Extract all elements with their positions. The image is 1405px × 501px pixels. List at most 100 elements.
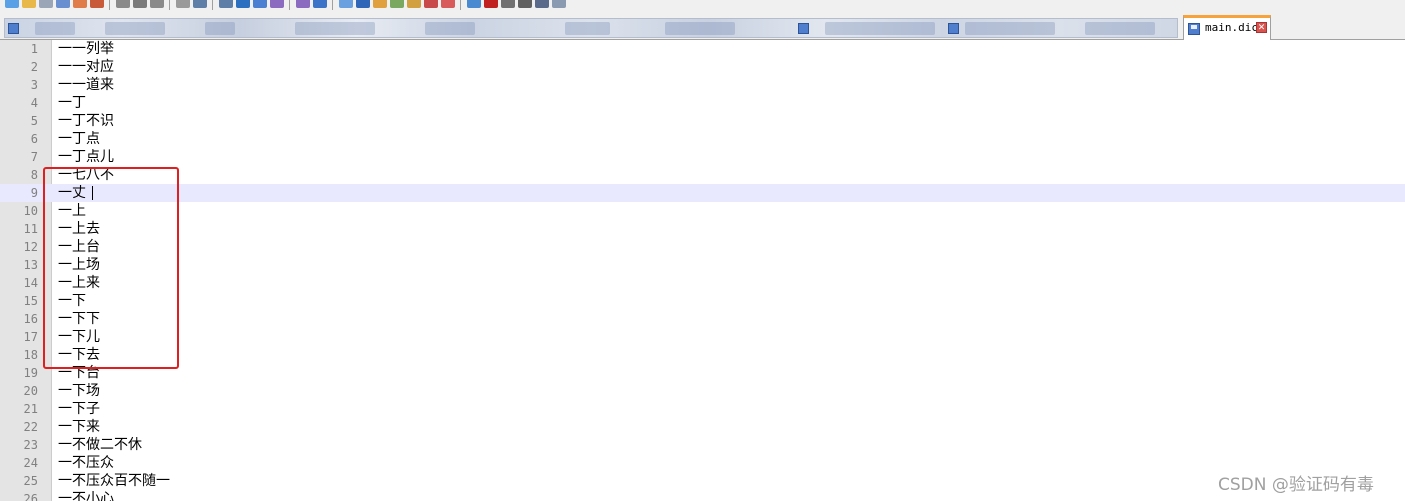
editor-line[interactable]: 2 一一对应 [0, 58, 1405, 76]
line-text[interactable]: 一丁 [58, 94, 86, 112]
paste-icon[interactable] [176, 0, 190, 8]
save-icon[interactable] [39, 0, 53, 8]
line-text[interactable]: 一下下 [58, 310, 100, 328]
editor-line[interactable]: 11 一上去 [0, 220, 1405, 238]
editor-line[interactable]: 17 一下儿 [0, 328, 1405, 346]
line-number: 13 [23, 258, 38, 272]
zoom-in-icon[interactable] [270, 0, 284, 8]
print-icon[interactable] [116, 0, 130, 8]
save-icon [1188, 23, 1200, 35]
editor-line[interactable]: 12 一上台 [0, 238, 1405, 256]
editor-line[interactable]: 13 一上场 [0, 256, 1405, 274]
tab-main-dic[interactable]: main.dic ✕ [1183, 15, 1271, 41]
copy-icon[interactable] [150, 0, 164, 8]
line-text[interactable]: 一上台 [58, 238, 100, 256]
line-number: 23 [23, 438, 38, 452]
sync-v-icon[interactable] [313, 0, 327, 8]
sync-h-icon[interactable] [339, 0, 353, 8]
line-text[interactable]: 一上去 [58, 220, 100, 238]
editor-line[interactable]: 23 一不做二不休 [0, 436, 1405, 454]
line-text[interactable]: 一下去 [58, 346, 100, 364]
line-text[interactable]: 一下儿 [58, 328, 100, 346]
text-editor[interactable]: 1 一一列举 2 一一对应 3 一一道来 4 一丁 5 一丁不识 6 一丁点 7 一丁点儿 8 一七八不 9 一丈… [0, 40, 1405, 501]
line-text[interactable]: 一不压众百不随一 [58, 472, 170, 490]
editor-line[interactable]: 10 一上 [0, 202, 1405, 220]
line-number: 3 [30, 78, 38, 92]
editor-line[interactable]: 6 一丁点 [0, 130, 1405, 148]
editor-line[interactable]: 15 一下 [0, 292, 1405, 310]
line-number: 1 [30, 42, 38, 56]
blurred-tabs[interactable] [4, 18, 1178, 38]
line-text[interactable]: 一上场 [58, 256, 100, 274]
editor-line[interactable]: 18 一下去 [0, 346, 1405, 364]
stop-macro-icon[interactable] [501, 0, 515, 8]
line-text[interactable]: 一一对应 [58, 58, 114, 76]
editor-line[interactable]: 3 一一道来 [0, 76, 1405, 94]
line-text[interactable]: 一上来 [58, 274, 100, 292]
play-macro-icon[interactable] [518, 0, 532, 8]
close-tab-icon[interactable]: ✕ [1256, 22, 1267, 33]
line-number: 7 [30, 150, 38, 164]
line-text[interactable]: 一丁不识 [58, 112, 114, 130]
redo-icon[interactable] [219, 0, 233, 8]
new-file-icon[interactable] [5, 0, 19, 8]
zoom-out-icon[interactable] [296, 0, 310, 8]
indent-guide-icon[interactable] [390, 0, 404, 8]
run-macro-icon[interactable] [535, 0, 549, 8]
save-icon [798, 23, 809, 34]
tab-bar: main.dic ✕ [0, 12, 1405, 41]
editor-line[interactable]: 19 一下台 [0, 364, 1405, 382]
line-number: 19 [23, 366, 38, 380]
save-macro-icon[interactable] [552, 0, 566, 8]
line-text[interactable]: 一下 [58, 292, 86, 310]
line-text[interactable]: 一下场 [58, 382, 100, 400]
line-text[interactable]: 一七八不 [58, 166, 114, 184]
function-list-icon[interactable] [441, 0, 455, 8]
editor-line[interactable]: 24 一不压众 [0, 454, 1405, 472]
editor-line[interactable]: 14 一上来 [0, 274, 1405, 292]
line-text[interactable]: 一下台 [58, 364, 100, 382]
word-wrap-icon[interactable] [356, 0, 370, 8]
line-text[interactable]: 一上 [58, 202, 86, 220]
line-number: 22 [23, 420, 38, 434]
editor-line[interactable]: 22 一下来 [0, 418, 1405, 436]
all-chars-icon[interactable] [373, 0, 387, 8]
editor-line[interactable]: 21 一下子 [0, 400, 1405, 418]
line-number: 21 [23, 402, 38, 416]
save-icon [948, 23, 959, 34]
editor-line[interactable]: 20 一下场 [0, 382, 1405, 400]
cut-icon[interactable] [133, 0, 147, 8]
undo-icon[interactable] [193, 0, 207, 8]
line-text[interactable]: 一不压众 [58, 454, 114, 472]
line-text[interactable]: 一丈 [58, 184, 86, 202]
folder-workspace-icon[interactable] [467, 0, 481, 8]
line-text[interactable]: 一丁点儿 [58, 148, 114, 166]
line-text[interactable]: 一丁点 [58, 130, 100, 148]
editor-line[interactable]: 9 一丈 [0, 184, 1405, 202]
editor-line[interactable]: 25 一不压众百不随一 [0, 472, 1405, 490]
line-number: 4 [30, 96, 38, 110]
editor-line[interactable]: 1 一一列举 [0, 40, 1405, 58]
line-text[interactable]: 一下子 [58, 400, 100, 418]
editor-line[interactable]: 7 一丁点儿 [0, 148, 1405, 166]
udl-icon[interactable] [407, 0, 421, 8]
line-text[interactable]: 一一道来 [58, 76, 114, 94]
editor-line[interactable]: 4 一丁 [0, 94, 1405, 112]
editor-line[interactable]: 8 一七八不 [0, 166, 1405, 184]
record-macro-icon[interactable] [484, 0, 498, 8]
close-all-icon[interactable] [90, 0, 104, 8]
line-text[interactable]: 一一列举 [58, 40, 114, 58]
line-text[interactable]: 一不做二不休 [58, 436, 142, 454]
line-number: 8 [30, 168, 38, 182]
editor-line[interactable]: 26 一不小心 [0, 490, 1405, 501]
editor-line[interactable]: 5 一丁不识 [0, 112, 1405, 130]
open-file-icon[interactable] [22, 0, 36, 8]
editor-line[interactable]: 16 一下下 [0, 310, 1405, 328]
line-text[interactable]: 一下来 [58, 418, 100, 436]
line-text[interactable]: 一不小心 [58, 490, 114, 501]
close-icon[interactable] [73, 0, 87, 8]
find-icon[interactable] [236, 0, 250, 8]
save-all-icon[interactable] [56, 0, 70, 8]
replace-icon[interactable] [253, 0, 267, 8]
doc-map-icon[interactable] [424, 0, 438, 8]
